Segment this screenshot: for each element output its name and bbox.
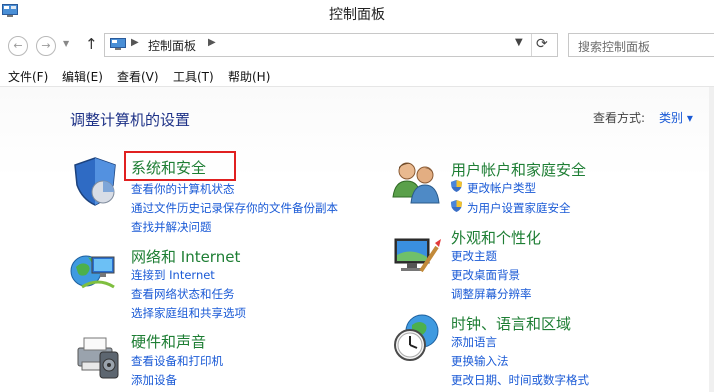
globe-network-icon[interactable]: [68, 247, 122, 295]
users-icon[interactable]: [391, 157, 443, 205]
menu-edit[interactable]: 编辑(E): [62, 68, 103, 85]
link-file-history-backup[interactable]: 通过文件历史记录保存你的文件备份副本: [131, 200, 338, 216]
title-bar: 控制面板: [0, 0, 714, 26]
menu-file[interactable]: 文件(F): [8, 68, 48, 85]
menu-view[interactable]: 查看(V): [117, 68, 159, 85]
navigation-bar: ← → ▼ ↑ ▶ 控制面板 ▶ ▼ ⟳ 搜索控制面板: [0, 30, 714, 60]
back-button[interactable]: ←: [8, 36, 28, 56]
link-add-language[interactable]: 添加语言: [451, 334, 497, 350]
address-bar[interactable]: ▶ 控制面板 ▶ ▼ ⟳: [104, 33, 558, 57]
menu-bar: 文件(F) 编辑(E) 查看(V) 工具(T) 帮助(H): [0, 64, 714, 86]
monitor-icon[interactable]: [391, 235, 443, 277]
link-connect-internet[interactable]: 连接到 Internet: [131, 267, 215, 283]
clock-globe-icon[interactable]: [392, 313, 444, 363]
category-network-internet[interactable]: 网络和 Internet: [131, 246, 240, 267]
link-family-safety[interactable]: 为用户设置家庭安全: [467, 200, 571, 216]
shield-icon[interactable]: [70, 155, 120, 207]
category-hardware-sound[interactable]: 硬件和声音: [131, 331, 206, 352]
menu-tools[interactable]: 工具(T): [173, 68, 214, 85]
menu-help[interactable]: 帮助(H): [228, 68, 270, 85]
category-user-accounts-family[interactable]: 用户帐户和家庭安全: [451, 159, 586, 180]
link-troubleshoot[interactable]: 查找并解决问题: [131, 219, 212, 235]
up-button[interactable]: ↑: [85, 35, 98, 53]
view-by-label: 查看方式:: [593, 111, 646, 125]
view-by-dropdown[interactable]: 类别 ▾: [659, 109, 693, 126]
link-change-theme[interactable]: 更改主题: [451, 248, 497, 264]
link-add-device[interactable]: 添加设备: [131, 372, 177, 388]
link-view-computer-status[interactable]: 查看你的计算机状态: [131, 181, 235, 197]
link-date-time-format[interactable]: 更改日期、时间或数字格式: [451, 372, 589, 388]
refresh-icon[interactable]: ⟳: [536, 36, 548, 52]
page-title: 调整计算机的设置: [70, 111, 191, 129]
uac-shield-icon: [451, 200, 462, 212]
link-change-account-type[interactable]: 更改帐户类型: [467, 180, 536, 196]
category-clock-language-region[interactable]: 时钟、语言和区域: [451, 313, 571, 334]
breadcrumb-separator-icon[interactable]: ▶: [208, 37, 216, 48]
link-screen-resolution[interactable]: 调整屏幕分辨率: [451, 286, 532, 302]
link-change-input-method[interactable]: 更换输入法: [451, 353, 509, 369]
uac-shield-icon: [451, 180, 462, 192]
link-homegroup-sharing[interactable]: 选择家庭组和共享选项: [131, 305, 246, 321]
search-input[interactable]: 搜索控制面板: [568, 33, 714, 57]
link-change-desktop-background[interactable]: 更改桌面背景: [451, 267, 520, 283]
search-placeholder: 搜索控制面板: [578, 40, 651, 54]
breadcrumb-control-panel[interactable]: 控制面板: [148, 37, 196, 54]
scrollbar[interactable]: [709, 87, 714, 392]
category-system-security[interactable]: 系统和安全: [131, 157, 206, 178]
forward-button[interactable]: →: [36, 36, 56, 56]
address-dropdown-icon[interactable]: ▼: [515, 37, 523, 48]
window-title: 控制面板: [329, 7, 385, 23]
control-panel-icon: [110, 38, 126, 50]
recent-pages-chevron-icon[interactable]: ▼: [63, 39, 69, 48]
printer-icon[interactable]: [72, 332, 122, 380]
category-appearance[interactable]: 外观和个性化: [451, 227, 541, 248]
breadcrumb-separator-icon[interactable]: ▶: [131, 37, 139, 48]
main-content: 调整计算机的设置 查看方式: 类别 ▾ 系统和安全 查看你的计算机状态 通过文件…: [0, 86, 714, 392]
link-network-status[interactable]: 查看网络状态和任务: [131, 286, 235, 302]
link-devices-printers[interactable]: 查看设备和打印机: [131, 353, 223, 369]
